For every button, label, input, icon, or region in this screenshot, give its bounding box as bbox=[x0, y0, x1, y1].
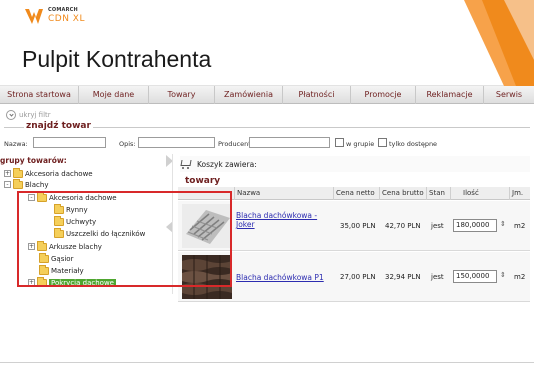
folder-icon bbox=[13, 167, 23, 178]
tree-item[interactable]: + Akcesoria dachowe bbox=[4, 167, 93, 179]
comarch-logo-icon bbox=[25, 9, 43, 24]
product-name-link[interactable]: Blacha dachówkowa P1 bbox=[236, 273, 324, 282]
net-price: 27,00 PLN bbox=[340, 273, 376, 281]
page-title: Pulpit Kontrahenta bbox=[22, 46, 212, 72]
nav-orders[interactable]: Zamówienia bbox=[215, 86, 283, 104]
unit: m2 bbox=[514, 222, 526, 230]
nav-payments[interactable]: Płatności bbox=[283, 86, 351, 104]
quantity-spinner-icon[interactable]: ⇕ bbox=[500, 271, 506, 279]
logo-company-name: COMARCH bbox=[48, 7, 78, 13]
gross-price: 32,94 PLN bbox=[385, 273, 421, 281]
hide-filter-toggle[interactable]: ukryj filtr bbox=[6, 109, 51, 121]
logo-product-name: CDN XL bbox=[48, 14, 85, 24]
column-stock[interactable]: Stan bbox=[426, 187, 450, 200]
hide-filter-label: ukryj filtr bbox=[19, 111, 51, 119]
name-input[interactable] bbox=[33, 137, 106, 148]
nav-home[interactable]: Strona startowa bbox=[0, 86, 79, 104]
in-group-label: w grupie bbox=[346, 140, 375, 148]
unit: m2 bbox=[514, 273, 526, 281]
comarch-logo[interactable]: COMARCH CDN XL bbox=[24, 6, 104, 32]
product-groups-title: grupy towarów: bbox=[0, 156, 67, 165]
description-label: Opis: bbox=[119, 140, 136, 148]
nav-my-data[interactable]: Moje dane bbox=[79, 86, 149, 104]
cart-icon[interactable] bbox=[180, 159, 192, 169]
stock-status: jest bbox=[431, 222, 444, 230]
producer-input[interactable] bbox=[249, 137, 330, 148]
column-unit[interactable]: Jm. bbox=[509, 187, 530, 200]
main-navigation: Strona startowa Moje dane Towary Zamówie… bbox=[0, 86, 534, 104]
product-search-panel: znajdź towar Nazwa: Opis: Producent: w g… bbox=[4, 121, 530, 149]
producer-label: Producent: bbox=[218, 140, 253, 148]
description-input[interactable] bbox=[138, 137, 215, 148]
available-only-label: tylko dostępne bbox=[389, 140, 438, 148]
column-name[interactable]: Nazwa bbox=[234, 187, 333, 200]
quantity-input[interactable]: 150,0000 bbox=[453, 270, 497, 283]
stock-status: jest bbox=[431, 273, 444, 281]
search-panel-title: znajdź towar bbox=[24, 121, 93, 131]
tree-item-label: Blachy bbox=[25, 180, 49, 189]
name-label: Nazwa: bbox=[4, 140, 28, 148]
folder-icon bbox=[13, 178, 23, 189]
nav-products[interactable]: Towary bbox=[149, 86, 215, 104]
nav-service[interactable]: Serwis bbox=[484, 86, 534, 104]
tree-item[interactable]: - Blachy bbox=[4, 178, 49, 190]
column-net-price[interactable]: Cena netto bbox=[333, 187, 379, 200]
expand-icon[interactable]: + bbox=[4, 170, 11, 177]
products-section-title: towary bbox=[185, 176, 221, 186]
nav-promotions[interactable]: Promocje bbox=[351, 86, 416, 104]
quantity-input[interactable]: 180,0000 bbox=[453, 219, 497, 232]
nav-complaints[interactable]: Reklamacje bbox=[416, 86, 484, 104]
header-decoration bbox=[464, 0, 534, 86]
available-only-checkbox[interactable] bbox=[378, 138, 387, 147]
quantity-spinner-icon[interactable]: ⇕ bbox=[500, 220, 506, 228]
cart-label: Koszyk zawiera: bbox=[197, 159, 257, 169]
collapse-icon[interactable]: - bbox=[4, 181, 11, 188]
product-name-link[interactable]: Blacha dachówkowa - Joker bbox=[236, 211, 331, 229]
net-price: 35,00 PLN bbox=[340, 222, 376, 230]
cart-summary: Koszyk zawiera: bbox=[180, 156, 530, 172]
tree-item-label: Akcesoria dachowe bbox=[25, 169, 93, 178]
column-gross-price[interactable]: Cena brutto bbox=[379, 187, 426, 200]
page-header: COMARCH CDN XL Pulpit Kontrahenta bbox=[0, 0, 534, 86]
chevron-up-icon bbox=[6, 110, 16, 120]
column-quantity[interactable]: Ilość bbox=[450, 187, 509, 200]
bottom-border bbox=[0, 362, 534, 372]
annotation-highlight-box bbox=[17, 191, 232, 287]
gross-price: 42,70 PLN bbox=[385, 222, 421, 230]
in-group-checkbox[interactable] bbox=[335, 138, 344, 147]
